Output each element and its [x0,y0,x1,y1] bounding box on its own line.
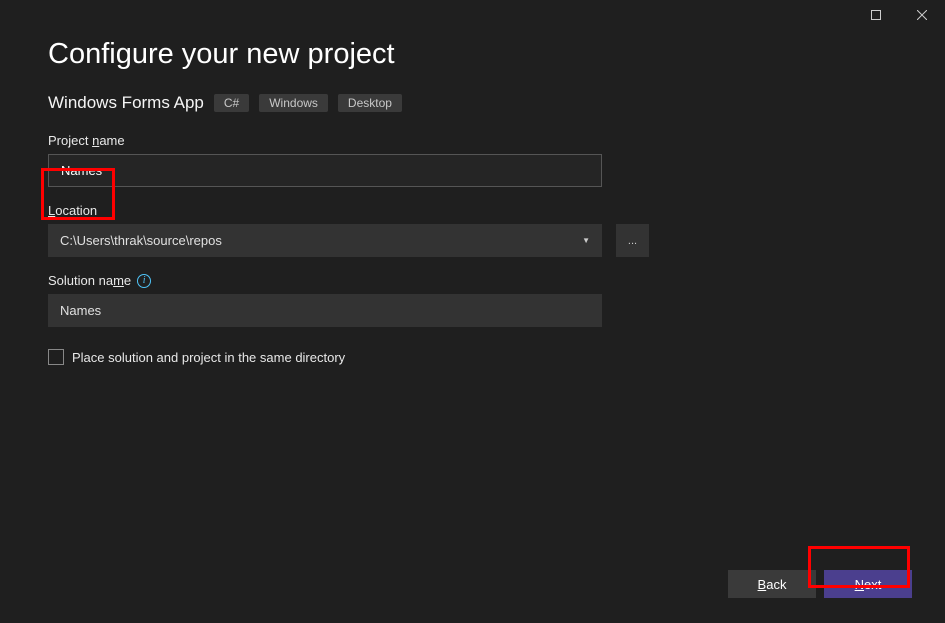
close-button[interactable] [899,0,945,30]
place-solution-label: Place solution and project in the same d… [72,350,345,365]
location-dropdown[interactable]: C:\Users\thrak\source\repos ▼ [48,224,602,257]
back-button[interactable]: Back [728,570,816,598]
browse-button[interactable]: ... [616,224,649,257]
next-button[interactable]: Next [824,570,912,598]
location-row: C:\Users\thrak\source\repos ▼ ... [48,224,897,257]
solution-name-label-row: Solution name i [48,273,897,288]
info-icon[interactable]: i [137,274,151,288]
template-name: Windows Forms App [48,93,204,113]
solution-name-label: Solution name [48,273,131,288]
place-solution-checkbox[interactable] [48,349,64,365]
project-name-input[interactable] [48,154,602,187]
location-value: C:\Users\thrak\source\repos [60,233,222,248]
place-solution-row: Place solution and project in the same d… [48,349,897,365]
window-titlebar [853,0,945,30]
tag-projecttype: Desktop [338,94,402,112]
tag-language: C# [214,94,249,112]
template-info-row: Windows Forms App C# Windows Desktop [48,93,897,113]
solution-name-input[interactable] [48,294,602,327]
chevron-down-icon: ▼ [582,236,590,245]
main-content: Configure your new project Windows Forms… [0,0,945,365]
location-label: Location [48,203,897,218]
project-name-label: Project name [48,133,897,148]
maximize-button[interactable] [853,0,899,30]
tag-platform: Windows [259,94,328,112]
page-title: Configure your new project [48,38,897,71]
footer-buttons: Back Next [728,570,912,598]
